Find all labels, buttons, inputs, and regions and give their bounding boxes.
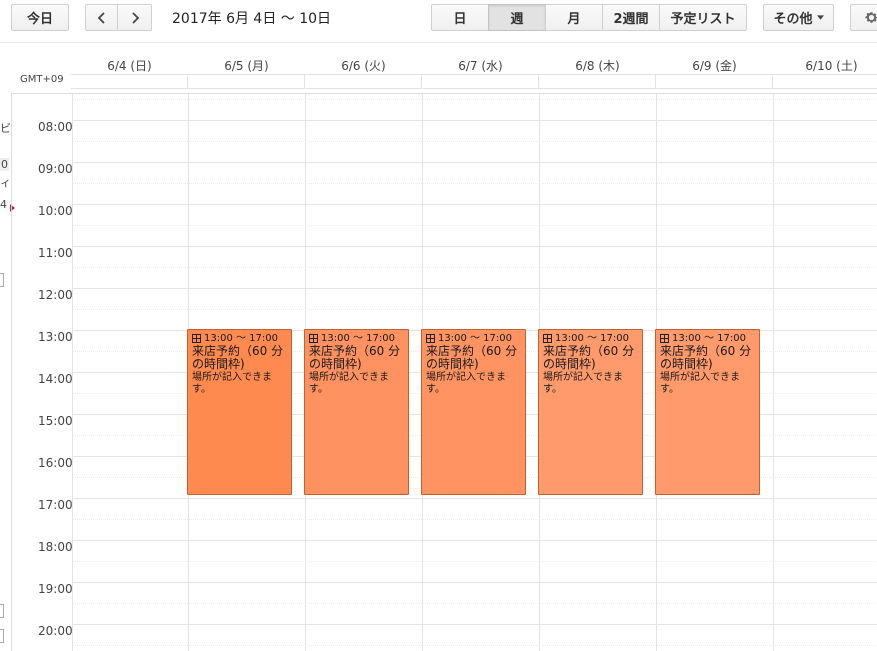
time-label: 10:00 — [38, 204, 73, 218]
view-week-button[interactable]: 週 — [488, 4, 546, 31]
time-label: 18:00 — [38, 540, 73, 554]
half-hour-line — [72, 645, 877, 646]
today-button[interactable]: 今日 — [11, 4, 69, 31]
day-header-mon[interactable]: 6/5 (月) — [188, 57, 305, 73]
prev-week-button[interactable] — [85, 4, 118, 31]
more-menu-button[interactable]: その他 — [763, 4, 834, 31]
allday-divider — [772, 74, 773, 88]
event-block-wed[interactable]: 13:00 〜 17:00 来店予約（60 分の時間枠) 場所が記入できます。 — [421, 329, 526, 495]
all-day-row[interactable] — [71, 74, 877, 89]
event-title: 来店予約（60 分の時間枠) — [192, 344, 284, 371]
event-block-mon[interactable]: 13:00 〜 17:00 来店予約（60 分の時間枠) 場所が記入できます。 — [187, 329, 292, 495]
toolbar-divider — [0, 42, 877, 43]
half-hour-line — [72, 561, 877, 562]
time-label: 16:00 — [38, 456, 73, 470]
view-day-button[interactable]: 日 — [431, 4, 489, 31]
calendar-grid-icon — [309, 334, 318, 343]
event-block-thu[interactable]: 13:00 〜 17:00 来店予約（60 分の時間枠) 場所が記入できます。 — [538, 329, 643, 495]
half-hour-line — [72, 267, 877, 268]
allday-divider — [421, 74, 422, 88]
time-label: 11:00 — [38, 246, 73, 260]
side-panel-fragment-box — [0, 604, 4, 618]
calendar-grid-icon — [660, 334, 669, 343]
half-hour-line — [72, 519, 877, 520]
time-label: 20:00 — [38, 624, 73, 638]
caret-down-icon — [816, 15, 824, 20]
timezone-label: GMT+09 — [20, 74, 64, 85]
hour-line — [72, 540, 877, 541]
hour-line — [72, 162, 877, 163]
event-block-tue[interactable]: 13:00 〜 17:00 来店予約（60 分の時間枠) 場所が記入できます。 — [304, 329, 409, 495]
date-range-title: 2017年 6月 4日 〜 10日 — [172, 11, 332, 27]
event-location: 場所が記入できます。 — [543, 372, 623, 395]
more-label: その他 — [773, 12, 813, 27]
view-agenda-button[interactable]: 予定リスト — [659, 4, 747, 31]
event-location: 場所が記入できます。 — [426, 372, 506, 395]
chevron-right-icon — [131, 11, 139, 24]
half-hour-line — [72, 603, 877, 604]
event-title: 来店予約（60 分の時間枠) — [660, 344, 752, 371]
side-panel-fragment-box — [0, 629, 4, 643]
side-panel-fragment: ィ — [0, 176, 11, 189]
settings-button[interactable] — [850, 4, 877, 31]
time-label: 15:00 — [38, 414, 73, 428]
day-header-tue[interactable]: 6/6 (火) — [305, 57, 422, 73]
day-header-sun[interactable]: 6/4 (日) — [71, 57, 188, 73]
time-label: 13:00 — [38, 330, 73, 344]
side-panel-fragment: 4 — [0, 198, 7, 211]
time-label: 09:00 — [38, 162, 73, 176]
half-hour-line — [72, 99, 877, 100]
hour-line — [72, 120, 877, 121]
calendar-grid-icon — [543, 334, 552, 343]
day-header-fri[interactable]: 6/9 (金) — [656, 57, 773, 73]
gear-icon — [865, 12, 877, 23]
allday-divider — [538, 74, 539, 88]
allday-divider — [655, 74, 656, 88]
allday-divider — [187, 74, 188, 88]
half-hour-line — [72, 309, 877, 310]
hour-line — [72, 582, 877, 583]
view-2weeks-button[interactable]: 2週間 — [602, 4, 660, 31]
event-location: 場所が記入できます。 — [192, 372, 272, 395]
calendar-grid-icon — [192, 334, 201, 343]
side-panel-fragment: 0 — [0, 158, 9, 171]
event-location: 場所が記入できます。 — [309, 372, 389, 395]
hour-line — [72, 204, 877, 205]
view-month-button[interactable]: 月 — [545, 4, 603, 31]
chevron-left-icon — [97, 11, 105, 24]
allday-divider — [304, 74, 305, 88]
calendar-grid-icon — [426, 334, 435, 343]
event-location: 場所が記入できます。 — [660, 372, 740, 395]
time-label: 19:00 — [38, 582, 73, 596]
day-header-wed[interactable]: 6/7 (水) — [422, 57, 539, 73]
time-label: 08:00 — [38, 120, 73, 134]
event-block-fri[interactable]: 13:00 〜 17:00 来店予約（60 分の時間枠) 場所が記入できます。 — [655, 329, 760, 495]
event-title: 来店予約（60 分の時間枠) — [426, 344, 518, 371]
time-label: 14:00 — [38, 372, 73, 386]
hour-line — [72, 624, 877, 625]
hour-line — [72, 288, 877, 289]
hour-line — [72, 246, 877, 247]
event-title: 来店予約（60 分の時間枠) — [543, 344, 635, 371]
half-hour-line — [72, 141, 877, 142]
side-panel-fragment: ビ — [0, 122, 11, 135]
half-hour-line — [72, 225, 877, 226]
day-header-sat[interactable]: 6/10 (土) — [773, 57, 877, 73]
event-title: 来店予約（60 分の時間枠) — [309, 344, 401, 371]
calendar-app: 今日 2017年 6月 4日 〜 10日 日 週 月 2週間 予定リスト その他… — [0, 0, 877, 651]
side-panel-fragment-box — [0, 273, 4, 287]
hour-line — [72, 498, 877, 499]
half-hour-line — [72, 183, 877, 184]
next-week-button[interactable] — [117, 4, 152, 31]
time-label: 12:00 — [38, 288, 73, 302]
time-label: 17:00 — [38, 498, 73, 512]
day-header-thu[interactable]: 6/8 (木) — [539, 57, 656, 73]
